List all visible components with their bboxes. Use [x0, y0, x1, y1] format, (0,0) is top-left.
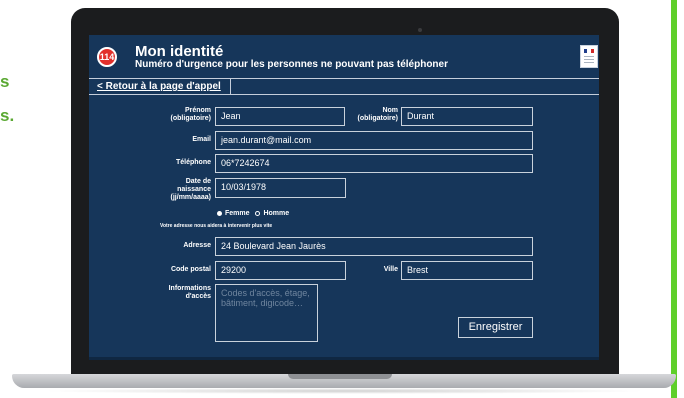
prenom-label: Prénom (obligatoire)	[170, 107, 211, 122]
naissance-label: Date de naissance (jj/mm/aaaa)	[170, 178, 211, 201]
address-help-text: Votre adresse nous aidera à intervenir p…	[160, 223, 273, 229]
acces-label: Informations d'accès	[168, 285, 211, 300]
back-link[interactable]: < Retour à la page d'appel	[89, 79, 231, 94]
ville-field[interactable]: Brest	[401, 261, 533, 280]
nom-field[interactable]: Durant	[401, 107, 533, 126]
telephone-label: Téléphone	[175, 159, 211, 166]
marianne-flag-icon	[580, 45, 598, 68]
email-field[interactable]: jean.durant@mail.com	[215, 131, 533, 150]
green-rule	[671, 0, 677, 398]
radio-femme[interactable]: Femme	[217, 210, 250, 217]
logo-114: 114	[97, 47, 117, 67]
code-postal-field[interactable]: 29200	[215, 261, 346, 280]
nom-label: Nom (obligatoire)	[357, 107, 398, 122]
page-subtitle: Numéro d'urgence pour les personnes ne p…	[135, 59, 448, 70]
save-button[interactable]: Enregistrer	[458, 317, 533, 338]
ville-label: Ville	[383, 266, 398, 273]
page-title: Mon identité	[135, 43, 224, 60]
app-header: 114 Mon identité Numéro d'urgence pour l…	[89, 35, 599, 78]
laptop-screen: 114 Mon identité Numéro d'urgence pour l…	[89, 35, 599, 360]
prenom-field[interactable]: Jean	[215, 107, 345, 126]
laptop-notch	[288, 374, 392, 379]
telephone-field[interactable]: 06*7242674	[215, 154, 533, 173]
adresse-label: Adresse	[183, 242, 211, 249]
page-edge-text-1: s	[0, 72, 10, 91]
acces-textarea[interactable]: Codes d'accès, étage, bâtiment, digicode…	[215, 284, 318, 342]
laptop-shadow	[40, 388, 648, 394]
back-bar: < Retour à la page d'appel	[89, 78, 599, 95]
email-label: Email	[192, 136, 211, 143]
code-postal-label: Code postal	[170, 266, 211, 273]
adresse-field[interactable]: 24 Boulevard Jean Jaurès	[215, 237, 533, 256]
screen-bottom-strip	[89, 357, 599, 360]
naissance-field[interactable]: 10/03/1978	[215, 178, 346, 198]
page-edge-text-2: s.	[0, 106, 15, 125]
radio-homme[interactable]: Homme	[255, 210, 289, 217]
gender-radios: Femme Homme	[217, 210, 289, 217]
camera	[418, 28, 422, 32]
